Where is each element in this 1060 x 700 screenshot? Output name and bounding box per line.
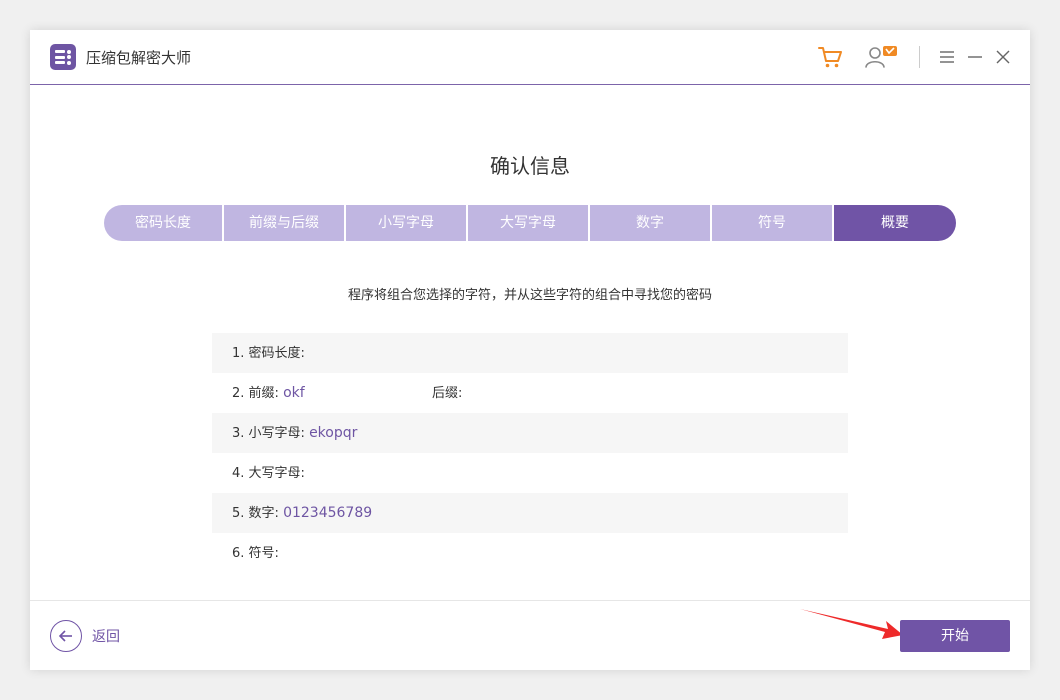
title-separator [919, 46, 920, 68]
lowercase-label: 3. 小写字母: [232, 426, 305, 441]
summary-description: 程序将组合您选择的字符，并从这些字符的组合中寻找您的密码 [347, 288, 712, 303]
uppercase-label: 4. 大写字母: [232, 466, 305, 481]
minimize-icon[interactable] [964, 46, 986, 68]
app-window: 压缩包解密大师 确认信息 密码长度 前缀与后缀 小写字母 大写字母 数字 符号 … [30, 30, 1030, 670]
red-arrow-annotation [800, 609, 903, 639]
step-tabs: 密码长度 前缀与后缀 小写字母 大写字母 数字 符号 概要 [104, 205, 956, 241]
step-tab-lowercase[interactable]: 小写字母 [346, 205, 466, 241]
app-title: 压缩包解密大师 [86, 49, 192, 67]
suffix-group: 后缀: [432, 373, 462, 414]
back-label: 返回 [92, 629, 120, 645]
step-tab-prefix-suffix[interactable]: 前缀与后缀 [224, 205, 344, 241]
menu-icon[interactable] [936, 46, 958, 68]
prefix-label: 2. 前缀: [232, 386, 279, 401]
step-tab-summary[interactable]: 概要 [834, 205, 956, 241]
footer-divider [30, 600, 1030, 601]
summary-row-symbols: 6. 符号: [212, 533, 848, 573]
summary-row-lowercase: 3. 小写字母: ekopqr [212, 413, 848, 453]
close-icon[interactable] [992, 46, 1014, 68]
page-title: 确认信息 [490, 154, 570, 178]
symbols-label: 6. 符号: [232, 546, 279, 561]
step-tab-symbols[interactable]: 符号 [712, 205, 832, 241]
summary-row-digits: 5. 数字: 0123456789 [212, 493, 848, 533]
summary-list: 1. 密码长度: 2. 前缀: okf 后缀: 3. 小写字母: ekopqr … [212, 333, 848, 573]
summary-row-uppercase: 4. 大写字母: [212, 453, 848, 493]
lowercase-value: ekopqr [309, 425, 358, 441]
arrow-left-icon [50, 620, 82, 652]
step-tab-uppercase[interactable]: 大写字母 [468, 205, 588, 241]
start-button[interactable]: 开始 [900, 620, 1010, 652]
title-bar: 压缩包解密大师 [30, 30, 1030, 85]
length-label: 1. 密码长度: [232, 346, 305, 361]
app-logo-icon [50, 44, 76, 70]
user-vip-icon[interactable] [863, 42, 897, 72]
digits-label: 5. 数字: [232, 506, 279, 521]
summary-row-length: 1. 密码长度: [212, 333, 848, 373]
suffix-label: 后缀: [432, 386, 463, 401]
prefix-value: okf [283, 385, 305, 401]
digits-value: 0123456789 [283, 505, 373, 521]
back-button[interactable]: 返回 [50, 620, 120, 652]
step-tab-length[interactable]: 密码长度 [104, 205, 222, 241]
cart-icon[interactable] [815, 42, 845, 72]
summary-row-prefix-suffix: 2. 前缀: okf 后缀: [212, 373, 848, 413]
step-tab-digits[interactable]: 数字 [590, 205, 710, 241]
